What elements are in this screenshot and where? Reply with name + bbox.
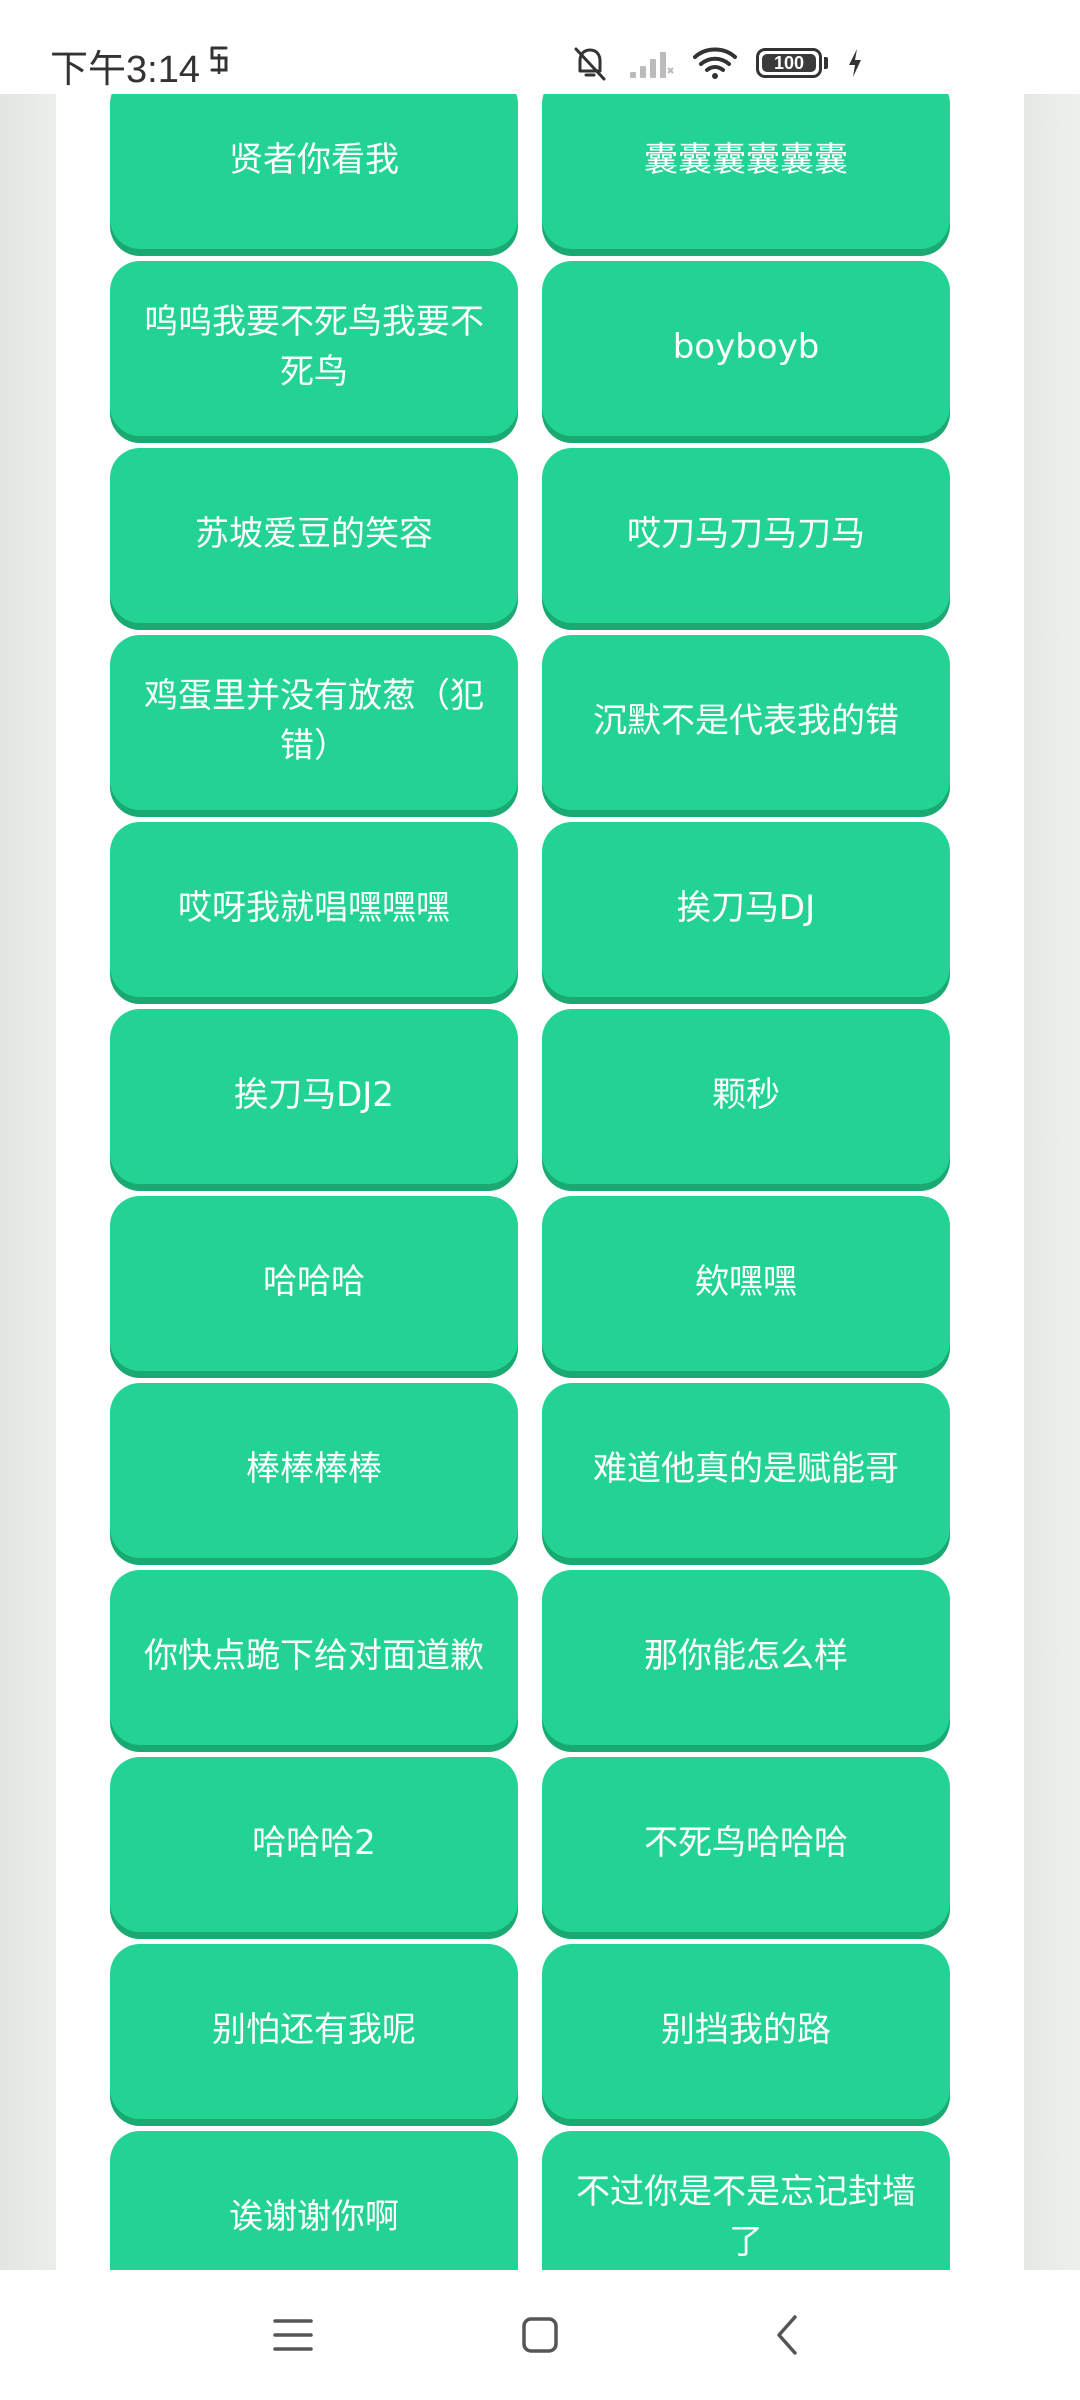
sound-button-label: 你快点跪下给对面道歉 <box>144 1635 484 1676</box>
sound-button[interactable]: 呜呜我要不死鸟我要不死鸟 <box>110 261 518 436</box>
sound-button-label: 难道他真的是赋能哥 <box>593 1448 899 1489</box>
sound-button-label: 棒棒棒棒 <box>246 1448 382 1489</box>
sound-button-label: 沉默不是代表我的错 <box>593 700 899 741</box>
sound-button-label: 那你能怎么样 <box>644 1635 848 1676</box>
sound-button-label: 不死鸟哈哈哈 <box>644 1822 848 1863</box>
battery-icon: 100 <box>756 48 822 78</box>
sound-button[interactable]: 囊囊囊囊囊囊 <box>542 74 950 249</box>
sound-button-label: boyboyb <box>672 326 820 367</box>
home-icon <box>520 2315 560 2359</box>
sound-button-label: 欸嘿嘿 <box>695 1261 797 1302</box>
sound-button-label: 鸡蛋里并没有放葱（犯错） <box>144 675 484 766</box>
sound-button[interactable]: 棒棒棒棒 <box>110 1383 518 1558</box>
sound-button-label: 哈哈哈2 <box>252 1822 376 1863</box>
sound-button[interactable]: 鸡蛋里并没有放葱（犯错） <box>110 635 518 810</box>
battery-level: 100 <box>773 52 805 73</box>
sound-button-label: 诶谢谢你啊 <box>229 2196 399 2237</box>
sound-button-label: 哎刀马刀马刀马 <box>627 513 865 554</box>
sound-board: 贤者你看我 囊囊囊囊囊囊 呜呜我要不死鸟我要不死鸟 boyboyb 苏坡爱豆的笑… <box>56 0 1024 2270</box>
sound-button-label: 别挡我的路 <box>661 2009 831 2050</box>
sound-button[interactable]: 不过你是不是忘记封墙了 <box>542 2131 950 2270</box>
sound-button[interactable]: 哈哈哈2 <box>110 1757 518 1932</box>
sound-button-label: 囊囊囊囊囊囊 <box>644 139 848 180</box>
menu-icon <box>271 2315 315 2359</box>
sound-button[interactable]: 挨刀马DJ2 <box>110 1009 518 1184</box>
left-edge-strip <box>0 94 56 2270</box>
sound-button[interactable]: 别怕还有我呢 <box>110 1944 518 2119</box>
sound-button-label: 苏坡爱豆的笑容 <box>195 513 433 554</box>
sound-button-label: 贤者你看我 <box>229 139 399 180</box>
sound-button-label: 哈哈哈 <box>263 1261 365 1302</box>
sound-button-grid: 贤者你看我 囊囊囊囊囊囊 呜呜我要不死鸟我要不死鸟 boyboyb 苏坡爱豆的笑… <box>110 74 950 2270</box>
screen: 下午3:14 100 贤者你看我 囊囊囊囊囊囊 呜呜我要不死鸟我要不死鸟 boy… <box>0 0 1080 2400</box>
sound-button[interactable]: 你快点跪下给对面道歉 <box>110 1570 518 1745</box>
sound-button[interactable]: 哎呀我就唱嘿嘿嘿 <box>110 822 518 997</box>
sound-button-label: 挨刀马DJ <box>676 887 816 928</box>
navigation-bar <box>0 2270 1080 2400</box>
sound-button[interactable]: 诶谢谢你啊 <box>110 2131 518 2270</box>
sound-button[interactable]: 挨刀马DJ <box>542 822 950 997</box>
sound-button[interactable]: 颗秒 <box>542 1009 950 1184</box>
back-button[interactable] <box>748 2302 828 2372</box>
sound-button[interactable]: 不死鸟哈哈哈 <box>542 1757 950 1932</box>
home-button[interactable] <box>500 2302 580 2372</box>
charging-icon <box>846 48 864 78</box>
sound-button[interactable]: 欸嘿嘿 <box>542 1196 950 1371</box>
mute-icon <box>570 43 610 83</box>
sound-button-label: 不过你是不是忘记封墙了 <box>576 2171 916 2262</box>
sound-button[interactable]: 苏坡爱豆的笑容 <box>110 448 518 623</box>
sound-button-label: 挨刀马DJ2 <box>234 1074 394 1115</box>
sound-button-label: 呜呜我要不死鸟我要不死鸟 <box>144 301 484 392</box>
back-icon <box>773 2313 803 2361</box>
sound-button[interactable]: 沉默不是代表我的错 <box>542 635 950 810</box>
sound-button[interactable]: 那你能怎么样 <box>542 1570 950 1745</box>
sound-button[interactable]: 贤者你看我 <box>110 74 518 249</box>
sound-button[interactable]: boyboyb <box>542 261 950 436</box>
sound-button-label: 别怕还有我呢 <box>212 2009 416 2050</box>
status-time: 下午3:14 <box>50 49 200 91</box>
sound-button-label: 哎呀我就唱嘿嘿嘿 <box>178 887 450 928</box>
sound-button[interactable]: 哈哈哈 <box>110 1196 518 1371</box>
sound-button[interactable]: 哎刀马刀马刀马 <box>542 448 950 623</box>
sound-button-label: 颗秒 <box>712 1074 780 1115</box>
wifi-icon <box>692 45 738 81</box>
sound-button[interactable]: 难道他真的是赋能哥 <box>542 1383 950 1558</box>
menu-button[interactable] <box>253 2302 333 2372</box>
status-icons: 100 <box>570 38 864 88</box>
signal-icon <box>628 46 674 80</box>
status-bar: 下午3:14 100 <box>0 0 1080 94</box>
sound-button[interactable]: 别挡我的路 <box>542 1944 950 2119</box>
right-edge-strip <box>1024 94 1080 2270</box>
battery-nub <box>824 57 828 69</box>
eye-care-icon <box>208 44 230 78</box>
